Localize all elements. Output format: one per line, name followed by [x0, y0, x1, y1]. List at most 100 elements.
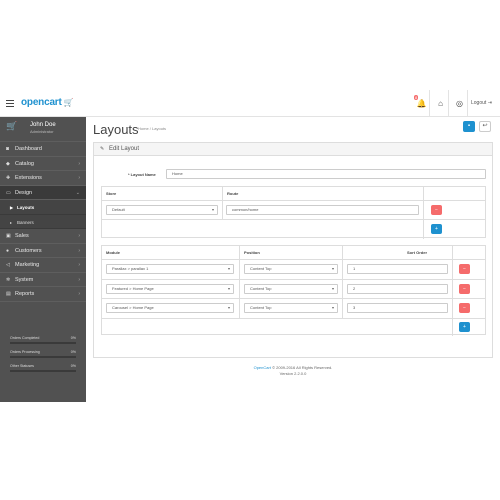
minus-circle-icon: −	[463, 285, 466, 292]
breadcrumb-home[interactable]: Home	[138, 126, 149, 131]
sidebar-item-sales[interactable]: ▣ Sales ›	[0, 229, 86, 244]
sidebar-item-dashboard[interactable]: ◙ Dashboard	[0, 142, 86, 157]
position-value: Content Top	[250, 305, 272, 310]
layout-name-value: Home	[172, 171, 183, 176]
sidebar-item-extensions[interactable]: ✚ Extensions ›	[0, 171, 86, 186]
column-header: Module	[106, 250, 120, 255]
stat-label: Orders Completed	[10, 336, 40, 340]
layout-name-label-text: * Layout Name	[128, 172, 156, 177]
user-name: John Doe	[30, 122, 56, 128]
sidebar-item-label: System	[15, 276, 34, 283]
sort-order-value: 1	[353, 266, 356, 271]
cart-icon: ▣	[6, 233, 11, 239]
chart-icon: ▤	[6, 291, 11, 297]
chevron-right-icon: ›	[78, 291, 80, 297]
module-select[interactable]: Featured > Home Page ▾	[106, 283, 234, 294]
logo-text: opencart	[21, 97, 62, 108]
chevron-right-icon: ›	[78, 233, 80, 239]
sidebar: 🛒 John Doe Administrator ◙ Dashboard ◆ C…	[0, 117, 86, 402]
store-select[interactable]: Default ▾	[106, 205, 218, 215]
tag-icon: ◆	[6, 160, 10, 167]
table-row: Carousel > Home Page ▾ Content Top ▾ 3 −	[102, 299, 485, 319]
sign-out-icon: ⇥	[487, 100, 492, 106]
module-select[interactable]: Parallax > parallax 1 ▾	[106, 264, 234, 274]
pencil-icon: ✎	[100, 146, 105, 152]
page-title: Layouts	[93, 122, 139, 137]
chevron-right-icon: ›	[78, 175, 80, 181]
back-button[interactable]: ↩	[479, 121, 491, 132]
menu-toggle-icon[interactable]	[6, 100, 14, 107]
home-icon[interactable]: ⌂	[435, 98, 446, 109]
reply-icon: ↩	[482, 123, 488, 129]
stat-label: Orders Processing	[10, 350, 40, 354]
route-input[interactable]: common/home	[226, 205, 419, 215]
sort-order-value: 2	[353, 285, 356, 291]
route-value: common/home	[232, 207, 259, 212]
caret-down-icon: ▾	[331, 266, 334, 271]
layout-name-input[interactable]: Home	[166, 169, 486, 179]
footer-copyright-text: © 2009-2016 All Rights Reserved.	[272, 365, 333, 370]
stat-orders-processing: Orders Processing 0%	[8, 347, 78, 361]
sidebar-item-design[interactable]: ▭ Design ⌄	[0, 185, 86, 200]
add-module-button[interactable]: +	[459, 322, 470, 332]
chevron-right-icon: ›	[78, 262, 80, 268]
sidebar-item-catalog[interactable]: ◆ Catalog ›	[0, 157, 86, 171]
column-header: Sort Order	[407, 250, 428, 255]
sidebar-item-marketing[interactable]: ◁ Marketing ›	[0, 258, 86, 273]
minus-circle-icon: −	[463, 266, 466, 272]
stat-progress-bar	[10, 342, 76, 344]
remove-module-button[interactable]: −	[459, 303, 470, 313]
save-button[interactable]: ▪	[463, 121, 475, 132]
sort-order-input[interactable]: 3	[347, 303, 448, 313]
column-header: Position	[244, 250, 260, 255]
main-content: Layouts Home / Layouts ▪ ↩ ✎ Edit Layout…	[86, 117, 500, 402]
table-row: Featured > Home Page ▾ Content Top ▾ 2 −	[102, 280, 485, 299]
caret-down-icon: ▾	[227, 305, 230, 310]
store-value: Default	[112, 207, 125, 212]
sidebar-subitem-layouts[interactable]: ▶ Layouts	[0, 200, 86, 215]
position-select[interactable]: Content Top ▾	[244, 264, 338, 274]
remove-module-button[interactable]: −	[459, 283, 470, 294]
cog-icon: ✲	[6, 276, 11, 283]
caret-down-icon: ▾	[227, 266, 230, 271]
logo[interactable]: opencart 🛒	[21, 97, 74, 108]
footer: OpenCart © 2009-2016 All Rights Reserved…	[86, 365, 500, 377]
footer-brand-link[interactable]: OpenCart	[254, 365, 271, 370]
stat-other-statuses: Other Statuses 0%	[8, 361, 78, 375]
sort-order-value: 3	[353, 305, 356, 310]
breadcrumb-layouts[interactable]: Layouts	[152, 126, 166, 131]
user-profile[interactable]: 🛒 John Doe Administrator	[0, 117, 86, 142]
caret-right-icon: ▶	[10, 205, 14, 210]
sidebar-item-reports[interactable]: ▤ Reports ›	[0, 287, 86, 302]
stat-progress-bar	[10, 370, 76, 372]
chevron-right-icon: ›	[78, 276, 80, 283]
monitor-icon: ▭	[6, 189, 11, 196]
add-route-button[interactable]: +	[431, 224, 442, 234]
remove-route-button[interactable]: −	[431, 205, 442, 215]
sort-order-input[interactable]: 1	[347, 264, 448, 274]
module-value: Parallax > parallax 1	[112, 266, 149, 271]
sidebar-item-label: Marketing	[15, 262, 40, 268]
share-icon: ◁	[6, 262, 10, 268]
sidebar-item-customers[interactable]: ● Customers ›	[0, 244, 86, 258]
module-table: Module Position Sort Order Parallax > pa…	[101, 245, 486, 336]
layout-name-label: * Layout Name	[128, 172, 156, 177]
sidebar-item-system[interactable]: ✲ System ›	[0, 273, 86, 287]
user-icon: ●	[6, 247, 10, 254]
bell-icon[interactable]: 🔔 8	[414, 95, 427, 109]
sidebar-subitem-banners[interactable]: ▸ Banners	[0, 214, 86, 229]
caret-down-icon: ▾	[331, 305, 334, 310]
remove-module-button[interactable]: −	[459, 264, 470, 274]
top-header: opencart 🛒 🔔 8 ⌂ ◎ Logout ⇥	[0, 90, 500, 117]
position-select[interactable]: Content Top ▾	[244, 303, 338, 313]
table-row: Parallax > parallax 1 ▾ Content Top ▾ 1 −	[102, 260, 485, 280]
sort-order-input[interactable]: 2	[347, 283, 448, 294]
logout-link[interactable]: Logout ⇥	[471, 100, 492, 106]
app-window: opencart 🛒 🔔 8 ⌂ ◎ Logout ⇥ 🛒 John Doe Ad…	[0, 90, 500, 402]
header-divider	[448, 90, 449, 117]
module-select[interactable]: Carousel > Home Page ▾	[106, 303, 234, 313]
lifebuoy-icon[interactable]: ◎	[454, 98, 465, 109]
sidebar-item-label: Extensions	[15, 175, 42, 181]
stat-percent: 0%	[70, 364, 76, 368]
position-select[interactable]: Content Top ▾	[244, 283, 338, 294]
